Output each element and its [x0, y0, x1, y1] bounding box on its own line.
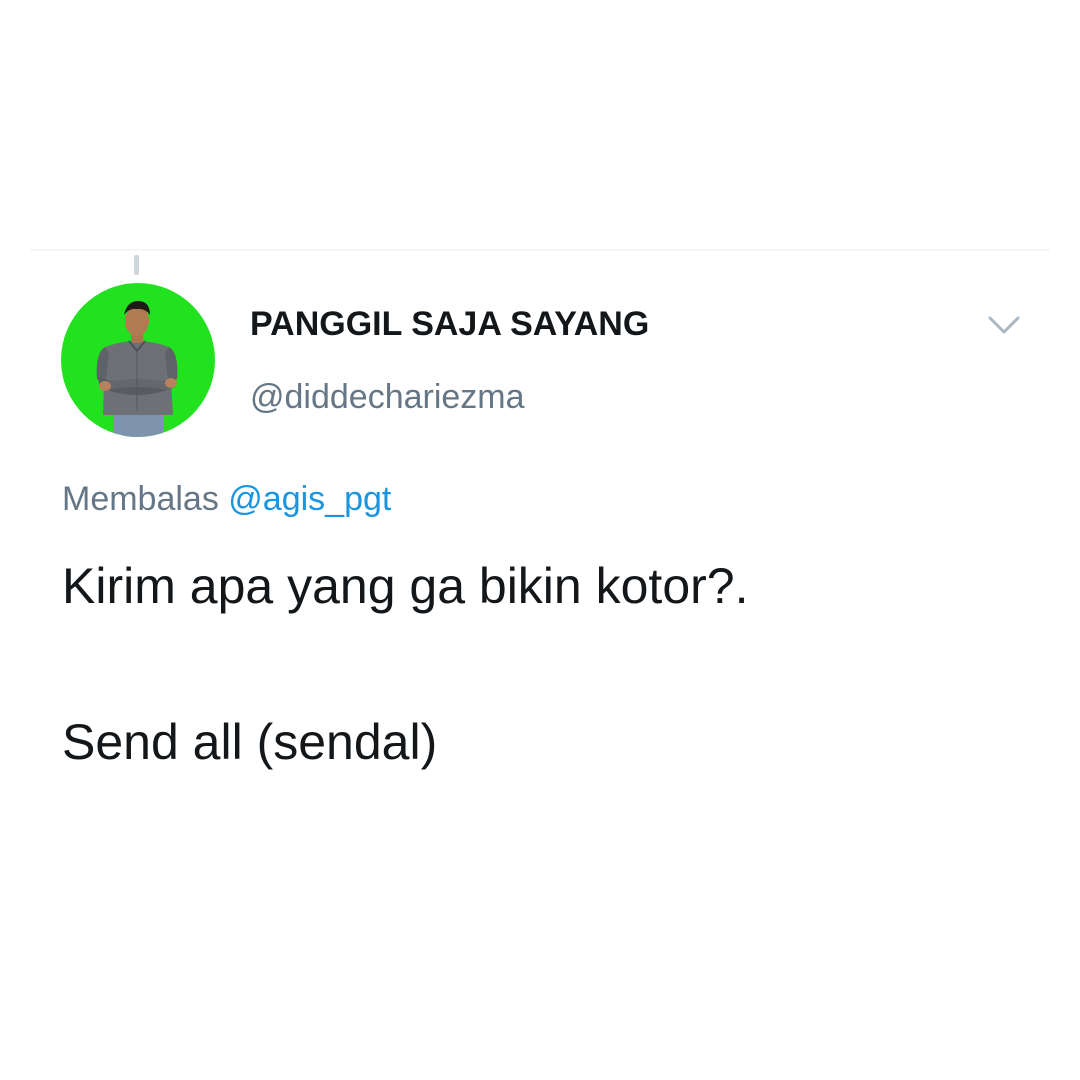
reply-context: Membalas @agis_pgt [62, 480, 391, 519]
reply-mention-link[interactable]: @agis_pgt [228, 480, 391, 518]
tweet-line: Kirim apa yang ga bikin kotor?. [62, 558, 749, 614]
top-divider [30, 249, 1050, 251]
author-display-name[interactable]: PANGGIL SAJA SAYANG [250, 305, 649, 344]
tweet-line: Send all (sendal) [62, 714, 438, 770]
avatar-person-image [96, 301, 178, 437]
tweet-text: Kirim apa yang ga bikin kotor?. Send all… [62, 556, 1042, 772]
reply-prefix: Membalas [62, 480, 219, 518]
author-handle[interactable]: @diddechariezma [250, 378, 525, 417]
avatar[interactable] [61, 283, 215, 437]
chevron-down-icon[interactable] [986, 312, 1022, 338]
thread-connector-line [134, 255, 139, 275]
